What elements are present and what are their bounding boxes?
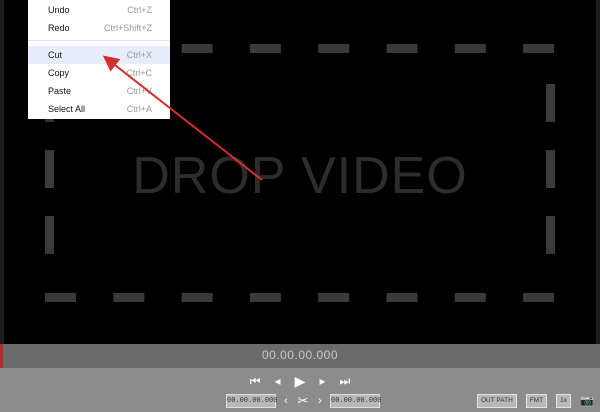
skip-start-icon[interactable]: ⏮ xyxy=(248,373,262,389)
menu-item-shortcut: Ctrl+Z xyxy=(127,5,152,15)
drop-zone-dash xyxy=(454,44,486,53)
trim-start-field[interactable]: 00.00.00.000 xyxy=(226,394,277,408)
menu-item-shortcut: Ctrl+A xyxy=(126,104,152,114)
menu-item-paste[interactable]: Paste Ctrl+V xyxy=(28,82,170,100)
drop-zone-dash xyxy=(386,44,418,53)
menu-item-label: Copy xyxy=(48,68,70,78)
menu-item-shortcut: Ctrl+X xyxy=(126,50,152,60)
drop-zone-dash xyxy=(113,293,145,302)
skip-end-icon[interactable]: ⏭ xyxy=(338,373,352,389)
context-menu: Undo Ctrl+Z Redo Ctrl+Shift+Z Cut Ctrl+X… xyxy=(28,0,170,119)
current-time-display: 00.00.00.000 xyxy=(261,348,339,362)
drop-zone-dash xyxy=(523,293,555,302)
menu-item-select-all[interactable]: Select All Ctrl+A xyxy=(28,100,170,118)
drop-zone-dash xyxy=(181,293,213,302)
menu-item-label: Cut xyxy=(48,50,63,60)
drop-zone-dash xyxy=(45,216,54,254)
drop-zone-dash xyxy=(546,216,555,254)
menu-separator xyxy=(28,40,170,41)
step-forward-icon[interactable]: ▸ xyxy=(315,373,329,389)
time-bar: 00.00.00.000 xyxy=(0,344,600,368)
control-panel: ⏮ ◂ ▶ ▸ ⏭ 00.00.00.000 ‹ ✂ › 00.00.00.00… xyxy=(0,368,600,412)
menu-item-label: Undo xyxy=(48,5,70,15)
drop-zone-dash xyxy=(249,293,281,302)
camera-icon[interactable]: 📷 xyxy=(580,395,594,407)
transport-controls: ⏮ ◂ ▶ ▸ ⏭ xyxy=(0,372,600,390)
drop-video-label: DROP VIDEO xyxy=(132,147,468,205)
output-tools: OUT PATH FMT 1x 📷 xyxy=(476,394,594,408)
menu-item-label: Select All xyxy=(48,104,86,114)
play-icon[interactable]: ▶ xyxy=(293,373,307,389)
menu-item-redo[interactable]: Redo Ctrl+Shift+Z xyxy=(28,19,170,37)
out-path-button[interactable]: OUT PATH xyxy=(476,394,517,408)
menu-item-cut[interactable]: Cut Ctrl+X xyxy=(28,46,170,64)
step-back-icon[interactable]: ◂ xyxy=(271,373,285,389)
menu-item-label: Paste xyxy=(48,86,72,96)
speed-button[interactable]: 1x xyxy=(556,394,571,408)
drop-zone-dash xyxy=(546,84,555,122)
drop-zone-dash xyxy=(318,293,350,302)
trim-controls: 00.00.00.000 ‹ ✂ › 00.00.00.000 xyxy=(226,393,381,409)
menu-item-copy[interactable]: Copy Ctrl+C xyxy=(28,64,170,82)
drop-zone-dash xyxy=(386,293,418,302)
drop-zone-dash xyxy=(249,44,281,53)
menu-item-label: Redo xyxy=(48,23,70,33)
drop-zone-dash xyxy=(523,44,555,53)
scissors-icon[interactable]: ✂ xyxy=(296,393,310,409)
drop-zone-dash xyxy=(318,44,350,53)
menu-item-shortcut: Ctrl+C xyxy=(126,68,152,78)
trim-prev-arrow-icon[interactable]: ‹ xyxy=(282,395,290,407)
trim-end-field[interactable]: 00.00.00.000 xyxy=(330,394,381,408)
trim-next-arrow-icon[interactable]: › xyxy=(316,395,324,407)
format-button[interactable]: FMT xyxy=(525,394,548,408)
menu-item-shortcut: Ctrl+Shift+Z xyxy=(103,23,152,33)
drop-zone-dash xyxy=(454,293,486,302)
drop-zone-dash xyxy=(181,44,213,53)
drop-zone-dash xyxy=(45,293,76,302)
menu-item-shortcut: Ctrl+V xyxy=(126,86,152,96)
menu-item-undo[interactable]: Undo Ctrl+Z xyxy=(28,1,170,19)
